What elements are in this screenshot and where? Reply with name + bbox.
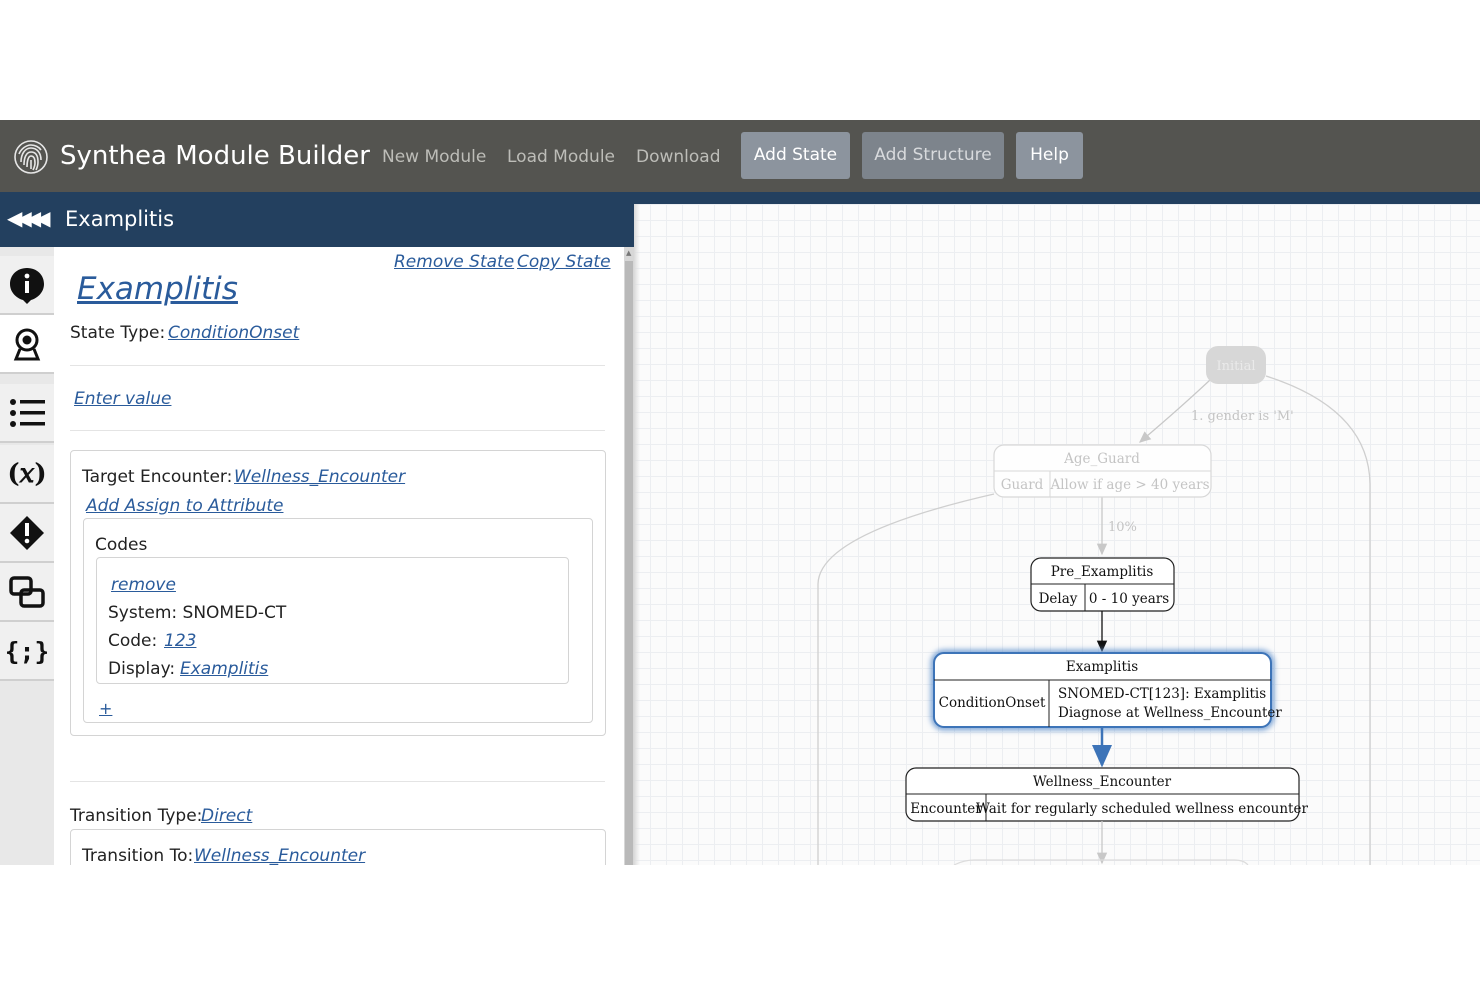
editor-scrollbar[interactable]: ▲ <box>624 247 634 865</box>
graph-canvas[interactable]: 10% 1. gender is 'M' Initial Age_Guard G… <box>634 204 1480 865</box>
rail-warning-button[interactable] <box>0 504 54 563</box>
target-encounter-label: Target Encounter: <box>82 467 233 487</box>
age-guard-detail: Allow if age > 40 years <box>1049 477 1209 493</box>
wellness-name: Wellness_Encounter <box>1033 774 1172 790</box>
svg-text:(𝑥): (𝑥) <box>7 459 46 489</box>
state-editor: Remove State Copy State Examplitis State… <box>54 247 624 865</box>
remove-state-link[interactable]: Remove State <box>394 252 514 272</box>
pre-detail: 0 - 10 years <box>1089 591 1169 607</box>
wellness-type: Encounter <box>910 801 982 817</box>
examplitis-name: Examplitis <box>1066 659 1138 675</box>
panel-header: ◀◀◀◀ Examplitis <box>0 192 634 247</box>
app-title: Synthea Module Builder <box>60 141 370 171</box>
add-structure-button[interactable]: Add Structure <box>862 132 1004 179</box>
header-strip <box>634 192 1480 204</box>
node-next-partial <box>953 859 1249 865</box>
add-state-button[interactable]: Add State <box>741 132 850 179</box>
code-label: Code: <box>108 631 158 651</box>
canvas-shadow <box>634 204 640 865</box>
state-graph: 10% 1. gender is 'M' Initial Age_Guard G… <box>817 346 1371 865</box>
edge-pct-label: 10% <box>1108 520 1137 535</box>
state-type-value[interactable]: ConditionOnset <box>168 323 299 343</box>
remove-code-link[interactable]: remove <box>111 575 176 595</box>
age-guard-type: Guard <box>1001 477 1044 493</box>
node-wellness-encounter[interactable]: Wellness_Encounter Encounter Wait for re… <box>905 767 1308 822</box>
display-value[interactable]: Examplitis <box>180 659 268 679</box>
display-label: Display: <box>108 659 176 679</box>
transition-icon <box>9 575 45 608</box>
rail-condition-button[interactable] <box>0 315 54 374</box>
warning-icon <box>10 515 44 550</box>
system-text: System: SNOMED-CT <box>108 603 287 623</box>
state-name[interactable]: Examplitis <box>77 271 238 307</box>
node-initial-label: Initial <box>1217 359 1256 374</box>
node-examplitis-selected[interactable]: Examplitis ConditionOnset SNOMED-CT[123]… <box>931 650 1282 730</box>
transition-to-value[interactable]: Wellness_Encounter <box>194 846 365 865</box>
load-module-link[interactable]: Load Module <box>507 147 615 167</box>
node-pre-examplitis[interactable]: Pre_Examplitis Delay 0 - 10 years <box>1030 557 1175 612</box>
examplitis-detail-2: Diagnose at Wellness_Encounter <box>1058 705 1282 721</box>
condition-onset-icon <box>13 328 41 360</box>
help-button[interactable]: Help <box>1016 132 1083 179</box>
info-icon <box>10 267 44 304</box>
scrollbar-thumb[interactable] <box>625 261 633 865</box>
fingerprint-logo-icon <box>14 140 48 174</box>
rail-transition-button[interactable] <box>0 563 54 622</box>
target-encounter-value[interactable]: Wellness_Encounter <box>234 467 405 487</box>
panel-title: Examplitis <box>65 207 175 231</box>
rail-info-button[interactable] <box>0 256 54 315</box>
new-module-link[interactable]: New Module <box>382 147 486 167</box>
pre-name: Pre_Examplitis <box>1051 564 1154 580</box>
divider <box>70 781 605 782</box>
wellness-detail: Wait for regularly scheduled wellness en… <box>976 801 1308 817</box>
transition-type-label: Transition Type: <box>70 806 203 826</box>
enter-value-link[interactable]: Enter value <box>74 389 171 409</box>
transition-to-label: Transition To: <box>82 846 194 865</box>
node-age-guard[interactable]: Age_Guard Guard Allow if age > 40 years <box>993 444 1212 498</box>
node-initial[interactable]: Initial <box>1206 346 1266 384</box>
state-type-label: State Type: <box>70 323 166 343</box>
codes-label: Codes <box>95 535 148 555</box>
rail-variable-button[interactable]: (𝑥) <box>0 445 54 504</box>
scroll-up-icon[interactable]: ▲ <box>626 249 631 257</box>
examplitis-detail-1: SNOMED-CT[123]: Examplitis <box>1058 686 1266 702</box>
divider <box>70 430 605 431</box>
download-link[interactable]: Download <box>636 147 721 167</box>
icon-rail: (𝑥) {;} <box>0 247 54 865</box>
rail-json-button[interactable]: {;} <box>0 622 54 681</box>
top-navbar: Synthea Module Builder New Module Load M… <box>0 120 1480 192</box>
transition-type-value[interactable]: Direct <box>201 806 252 826</box>
age-guard-name: Age_Guard <box>1063 451 1140 467</box>
code-value[interactable]: 123 <box>164 631 196 651</box>
add-assign-link[interactable]: Add Assign to Attribute <box>86 496 283 516</box>
variable-icon: (𝑥) <box>7 459 46 489</box>
rail-list-button[interactable] <box>0 384 54 443</box>
pre-type: Delay <box>1039 591 1078 607</box>
edge-gender-label: 1. gender is 'M' <box>1191 409 1294 424</box>
copy-state-link[interactable]: Copy State <box>517 252 611 272</box>
divider <box>70 365 605 366</box>
list-icon <box>10 398 45 427</box>
collapse-panel-icon[interactable]: ◀◀◀◀ <box>7 206 50 230</box>
json-icon: {;} <box>7 637 47 666</box>
examplitis-type: ConditionOnset <box>939 695 1046 711</box>
add-code-link[interactable]: + <box>99 699 112 718</box>
svg-text:{;}: {;} <box>7 637 47 666</box>
